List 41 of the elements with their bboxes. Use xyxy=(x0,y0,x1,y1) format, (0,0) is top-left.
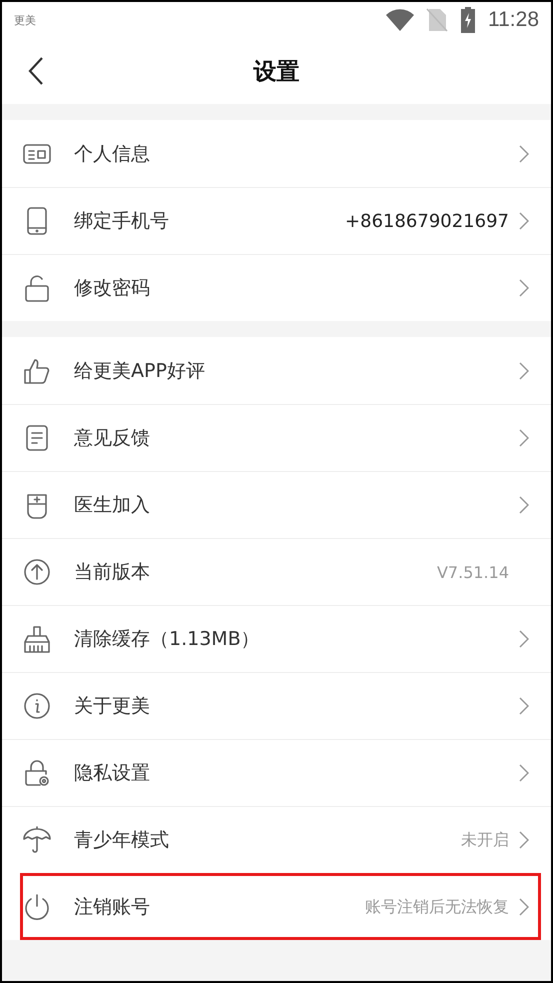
battery-charging-icon xyxy=(460,7,476,33)
info-icon xyxy=(22,691,52,721)
padlock-icon xyxy=(22,273,52,303)
chevron-icon xyxy=(519,362,529,380)
row-label: 清除缓存（1.13MB） xyxy=(74,627,260,652)
wifi-icon xyxy=(386,9,414,31)
page-title: 设置 xyxy=(254,58,300,86)
up-arrow-circle-icon xyxy=(22,557,52,587)
no-sim-icon xyxy=(426,8,448,32)
chevron-icon xyxy=(519,212,529,230)
chevron-icon xyxy=(519,898,529,916)
chevron-icon xyxy=(519,697,529,715)
chevron-icon xyxy=(519,764,529,782)
broom-icon xyxy=(22,624,52,654)
row-label: 修改密码 xyxy=(74,276,150,301)
row-label: 个人信息 xyxy=(74,142,150,166)
row-label: 绑定手机号 xyxy=(74,209,169,234)
row-label: 青少年模式 xyxy=(74,828,169,853)
row-label: 关于更美 xyxy=(74,694,150,719)
row-value: 未开启 xyxy=(461,830,509,850)
row-value: V7.51.14 xyxy=(436,562,509,582)
row-label: 当前版本 xyxy=(74,560,150,585)
row-label: 隐私设置 xyxy=(74,761,150,786)
chevron-icon xyxy=(519,630,529,648)
app-label: 更美 xyxy=(14,12,36,28)
settings-row[interactable]: 注销账号 账号注销后无法恢复 xyxy=(20,873,541,940)
row-label: 给更美APP好评 xyxy=(74,358,205,384)
back-icon[interactable] xyxy=(26,56,46,86)
chevron-icon xyxy=(519,279,529,297)
row-label: 医生加入 xyxy=(74,493,150,518)
row-value: +8618679021697 xyxy=(345,210,509,232)
power-icon xyxy=(22,892,52,922)
row-value: 账号注销后无法恢复 xyxy=(365,896,509,918)
umbrella-icon xyxy=(22,825,52,855)
chevron-icon xyxy=(519,496,529,514)
chevron-icon xyxy=(519,144,529,162)
row-label: 意见反馈 xyxy=(74,426,150,451)
clock-time: 11:28 xyxy=(488,8,539,32)
row-label: 注销账号 xyxy=(74,895,150,920)
chevron-icon xyxy=(519,429,529,447)
chevron-icon xyxy=(519,831,529,849)
